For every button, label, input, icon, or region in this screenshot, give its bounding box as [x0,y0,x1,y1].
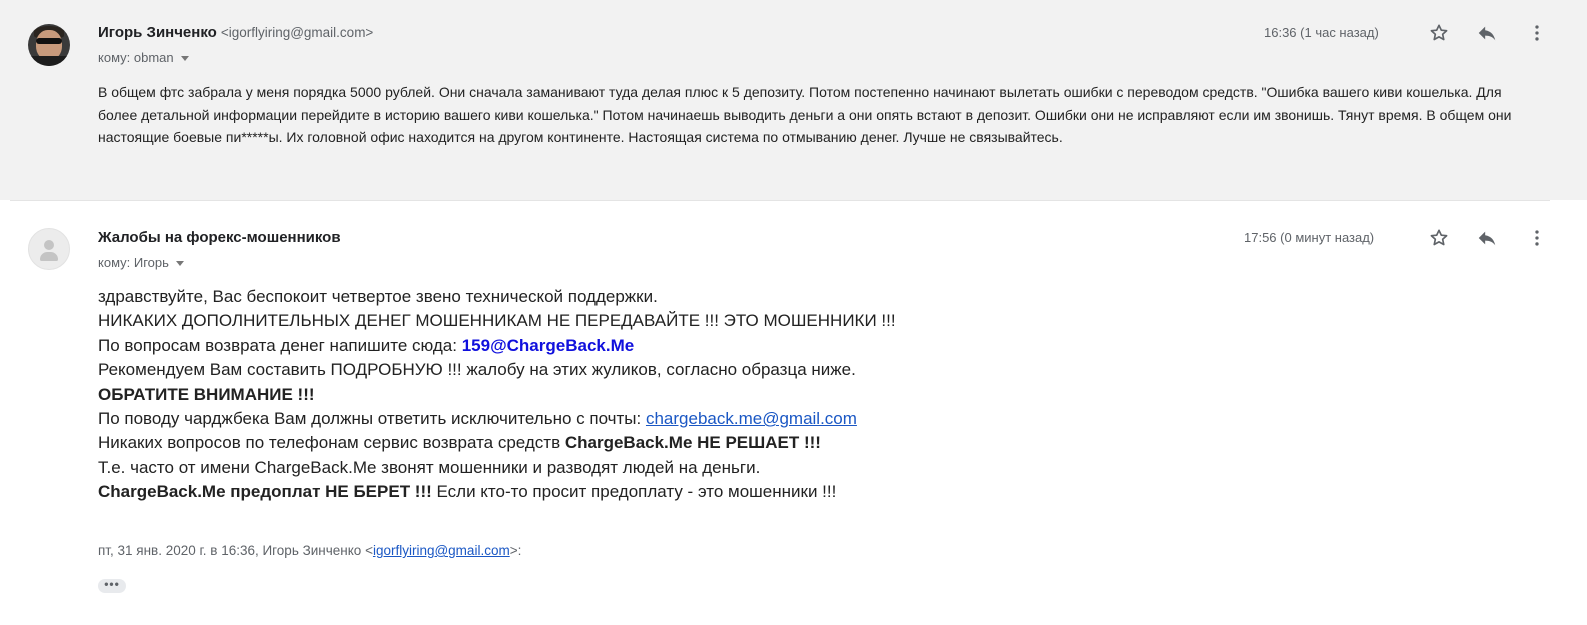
sender-avatar[interactable] [28,24,70,66]
body-line-recommend: Рекомендуем Вам составить ПОДРОБНУЮ !!! … [98,360,856,380]
show-trimmed-content-button[interactable]: ••• [98,577,126,593]
message-1: Игорь Зинченко <igorflyiring@gmail.com> к… [0,0,1587,200]
reply-icon[interactable] [1474,20,1500,46]
quote-suffix: >: [509,543,522,558]
sender-name[interactable]: Игорь Зинченко [98,24,217,41]
body-line-prepay: ChargeBack.Me предоплат НЕ БЕРЕТ !!! Есл… [98,480,896,504]
prepay-bold-text: ChargeBack.Me предоплат НЕ БЕРЕТ !!! [98,482,432,502]
phone-text: Никаких вопросов по телефонам сервис воз… [98,433,565,453]
prepay-text: Если кто-то просит предоплату - это моше… [431,482,837,502]
body-line-official-mail: По поводу чарджбека Вам должны ответить … [98,407,896,431]
official-mail-text: По поводу чарджбека Вам должны ответить … [98,409,646,429]
quote-prefix: пт, 31 янв. 2020 г. в 16:36, Игорь Зинче… [98,543,373,558]
avatar-glasses [36,38,62,44]
recipient-label: кому: Игорь [98,255,169,270]
contact-text: По вопросам возврата денег напишите сюда… [98,335,462,355]
sender-line: Игорь Зинченко <igorflyiring@gmail.com> [98,24,373,41]
star-icon[interactable] [1426,20,1452,46]
body-line-phone: Никаких вопросов по телефонам сервис воз… [98,431,896,455]
avatar-body-shape [40,252,58,261]
body-line-contact: По вопросам возврата денег напишите сюда… [98,334,896,358]
body-line-greeting: здравствуйте, Вас беспокоит четвертое зв… [98,287,658,306]
quote-header: пт, 31 янв. 2020 г. в 16:36, Игорь Зинче… [98,543,521,558]
body-line-warning: НИКАКИХ ДОПОЛНИТЕЛЬНЫХ ДЕНЕГ МОШЕННИКАМ … [98,311,896,331]
chevron-down-icon[interactable] [175,261,184,267]
recipient-line: кому: Игорь [98,255,184,270]
chevron-down-icon[interactable] [180,56,189,62]
star-icon[interactable] [1426,225,1452,251]
phone-bold-text: ChargeBack.Me НЕ РЕШАЕТ !!! [564,433,821,453]
ellipsis-icon: ••• [104,577,120,591]
more-vert-icon[interactable] [1524,225,1550,251]
attention-text: ОБРАТИТЕ ВНИМАНИЕ !!! [98,384,315,404]
sender-name[interactable]: Жалобы на форекс-мошенников [98,229,341,246]
recipient-label: кому: obman [98,50,174,65]
message-body: здравствуйте, Вас беспокоит четвертое зв… [98,285,896,505]
avatar-shirt [28,56,70,66]
recipient-line: кому: obman [98,50,189,65]
official-email-link[interactable]: chargeback.me@gmail.com [646,409,857,428]
avatar-head-shape [44,240,54,250]
sender-email: <igorflyiring@gmail.com> [220,25,374,40]
body-line-scammers: Т.е. часто от имени ChargeBack.Me звонят… [98,457,761,477]
chargeback-email-link[interactable]: 159@ChargeBack.Me [462,336,635,355]
reply-icon[interactable] [1474,225,1500,251]
default-avatar-icon[interactable] [28,228,70,270]
message-time: 16:36 (1 час назад) [1264,25,1379,40]
message-time: 17:56 (0 минут назад) [1244,230,1375,245]
body-line-attention: ОБРАТИТЕ ВНИМАНИЕ !!! [98,383,896,407]
more-vert-icon[interactable] [1524,20,1550,46]
quote-email-link[interactable]: igorflyiring@gmail.com [373,543,510,558]
message-body: В общем фтс забрала у меня порядка 5000 … [98,84,1512,145]
